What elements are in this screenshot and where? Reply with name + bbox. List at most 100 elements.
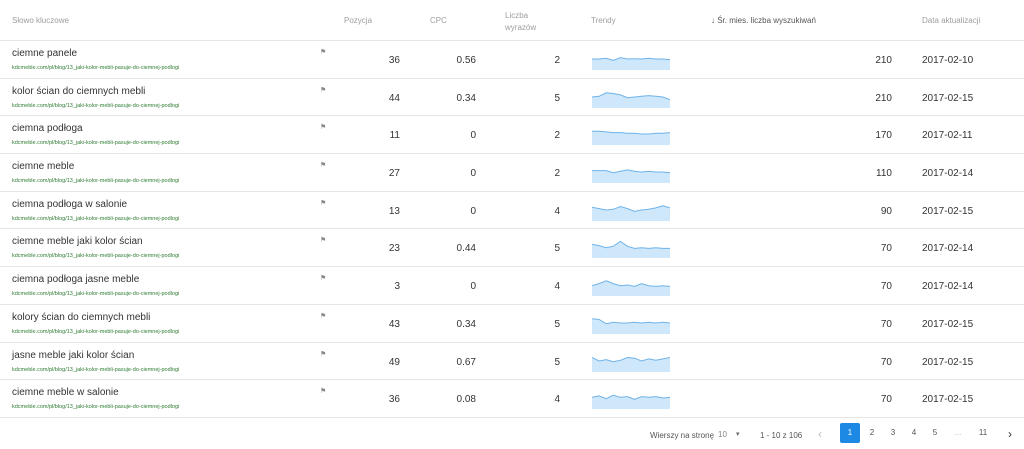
- keyword-url[interactable]: kdcmeble.com/pl/blog/13_jaki-kolor-mebli…: [12, 404, 179, 410]
- keyword-url[interactable]: kdcmeble.com/pl/blog/13_jaki-kolor-mebli…: [12, 65, 179, 71]
- keyword-url[interactable]: kdcmeble.com/pl/blog/13_jaki-kolor-mebli…: [12, 291, 179, 297]
- table-row[interactable]: ciemne meble jaki kolor ścian kdcmeble.co…: [0, 229, 1024, 268]
- page-ellipsis: ...: [954, 428, 962, 437]
- position-value: 11: [389, 130, 400, 142]
- cpc-value: 0: [470, 205, 476, 217]
- avg-searches-value: 70: [880, 243, 892, 255]
- update-date-value: 2017-02-15: [922, 318, 974, 330]
- keyword-text[interactable]: ciemne meble w salonie: [12, 387, 119, 398]
- page-button[interactable]: 5: [925, 423, 945, 443]
- header-trends: Trendy: [591, 16, 616, 25]
- keyword-url[interactable]: kdcmeble.com/pl/blog/13_jaki-kolor-mebli…: [12, 178, 179, 184]
- table-row[interactable]: ciemna podłoga jasne meble kdcmeble.com/p…: [0, 267, 1024, 305]
- keyword-text[interactable]: jasne meble jaki kolor ścian: [12, 350, 134, 361]
- word-count-value: 2: [554, 55, 560, 66]
- keyword-url[interactable]: kdcmeble.com/pl/blog/13_jaki-kolor-mebli…: [12, 140, 179, 146]
- flag-icon[interactable]: ⚑: [320, 236, 326, 244]
- word-count-value: 4: [554, 394, 560, 406]
- keyword-text[interactable]: ciemne meble jaki kolor ścian: [12, 236, 143, 247]
- page-button[interactable]: 3: [883, 423, 903, 443]
- flag-icon[interactable]: ⚑: [320, 48, 326, 56]
- cpc-value: 0: [470, 281, 476, 293]
- page-button[interactable]: 1: [840, 423, 860, 443]
- keyword-text[interactable]: kolory ścian do ciemnych mebli: [12, 312, 150, 323]
- word-count-value: 5: [554, 318, 560, 330]
- trend-sparkline: [592, 57, 670, 70]
- update-date-value: 2017-02-15: [922, 394, 974, 406]
- word-count-value: 5: [554, 92, 560, 104]
- position-value: 27: [388, 168, 400, 180]
- chevron-left-icon[interactable]: ‹: [818, 427, 822, 441]
- keyword-url[interactable]: kdcmeble.com/pl/blog/13_jaki-kolor-mebli…: [12, 103, 179, 109]
- flag-icon[interactable]: ⚑: [320, 312, 326, 320]
- header-update-date[interactable]: Data aktualizacji: [922, 16, 980, 25]
- flag-icon[interactable]: ⚑: [320, 161, 326, 169]
- update-date-value: 2017-02-11: [922, 130, 973, 142]
- keyword-text[interactable]: kolor ścian do ciemnych mebli: [12, 86, 145, 97]
- table-row[interactable]: kolor ścian do ciemnych mebli kdcmeble.co…: [0, 79, 1024, 117]
- keyword-url[interactable]: kdcmeble.com/pl/blog/13_jaki-kolor-mebli…: [12, 367, 179, 373]
- table-row[interactable]: ciemna podłoga w salonie kdcmeble.com/pl/…: [0, 192, 1024, 230]
- cpc-value: 0.56: [456, 55, 476, 66]
- page-button[interactable]: 4: [904, 423, 924, 443]
- avg-searches-value: 70: [880, 394, 892, 406]
- update-date-value: 2017-02-15: [922, 356, 974, 368]
- table-row[interactable]: kolory ścian do ciemnych mebli kdcmeble.c…: [0, 305, 1024, 343]
- cpc-value: 0.44: [456, 243, 476, 255]
- header-avg-monthly-searches[interactable]: ↓ Śr. mies. liczba wyszukiwań: [711, 16, 816, 25]
- table-header: Słowo kluczowe Pozycja CPC Liczba wyrazó…: [0, 0, 1024, 41]
- keyword-url[interactable]: kdcmeble.com/pl/blog/13_jaki-kolor-mebli…: [12, 216, 179, 222]
- word-count-value: 2: [554, 130, 560, 142]
- table-row[interactable]: jasne meble jaki kolor ścian kdcmeble.com…: [0, 343, 1024, 381]
- avg-searches-value: 70: [880, 281, 892, 293]
- update-date-value: 2017-02-10: [922, 55, 974, 66]
- position-value: 43: [388, 318, 400, 330]
- avg-searches-value: 170: [875, 130, 892, 142]
- keywords-table: Słowo kluczowe Pozycja CPC Liczba wyrazó…: [0, 0, 1024, 418]
- avg-searches-value: 110: [876, 168, 892, 180]
- trend-sparkline: [592, 205, 670, 221]
- keyword-text[interactable]: ciemne meble: [12, 161, 74, 172]
- header-word-count[interactable]: Liczba wyrazów: [505, 10, 545, 34]
- flag-icon[interactable]: ⚑: [320, 350, 326, 358]
- flag-icon[interactable]: ⚑: [320, 123, 326, 131]
- trend-sparkline: [592, 91, 670, 108]
- chevron-right-icon[interactable]: ›: [1008, 427, 1012, 441]
- keyword-text[interactable]: ciemna podłoga jasne meble: [12, 274, 139, 285]
- avg-searches-value: 210: [875, 92, 892, 104]
- keyword-text[interactable]: ciemna podłoga w salonie: [12, 199, 127, 210]
- flag-icon[interactable]: ⚑: [320, 199, 326, 207]
- table-row[interactable]: ciemne meble kdcmeble.com/pl/blog/13_jaki…: [0, 154, 1024, 192]
- cpc-value: 0.34: [456, 318, 476, 330]
- cpc-value: 0.08: [456, 394, 476, 406]
- keyword-text[interactable]: ciemna podłoga: [12, 123, 83, 134]
- word-count-value: 4: [554, 281, 560, 293]
- update-date-value: 2017-02-14: [922, 243, 974, 255]
- position-value: 44: [388, 92, 400, 104]
- pagination: Wierszy na stronę 10 ▾ 1 - 10 z 106 ‹ 12…: [0, 419, 1024, 449]
- word-count-value: 5: [554, 356, 560, 368]
- header-cpc[interactable]: CPC: [430, 16, 447, 25]
- trend-sparkline: [592, 169, 670, 184]
- word-count-value: 5: [554, 243, 560, 255]
- keyword-url[interactable]: kdcmeble.com/pl/blog/13_jaki-kolor-mebli…: [12, 253, 179, 259]
- rows-per-page-label: Wierszy na stronę: [650, 431, 715, 440]
- table-row[interactable]: ciemne panele kdcmeble.com/pl/blog/13_jak…: [0, 41, 1024, 79]
- table-row[interactable]: ciemne meble w salonie kdcmeble.com/pl/bl…: [0, 380, 1024, 418]
- flag-icon[interactable]: ⚑: [320, 387, 326, 395]
- keyword-url[interactable]: kdcmeble.com/pl/blog/13_jaki-kolor-mebli…: [12, 329, 179, 335]
- table-row[interactable]: ciemna podłoga kdcmeble.com/pl/blog/13_ja…: [0, 116, 1024, 155]
- caret-down-icon[interactable]: ▾: [736, 430, 740, 438]
- flag-icon[interactable]: ⚑: [320, 274, 326, 282]
- header-position[interactable]: Pozycja: [344, 16, 372, 25]
- flag-icon[interactable]: ⚑: [320, 86, 326, 94]
- header-keyword[interactable]: Słowo kluczowe: [12, 16, 69, 25]
- rows-per-page-select[interactable]: 10: [718, 430, 727, 439]
- position-value: 23: [388, 243, 400, 255]
- update-date-value: 2017-02-14: [922, 281, 974, 293]
- page-button[interactable]: 2: [862, 423, 882, 443]
- keyword-text[interactable]: ciemne panele: [12, 48, 77, 59]
- page-button[interactable]: 11: [973, 423, 993, 443]
- cpc-value: 0: [470, 130, 476, 142]
- trend-sparkline: [592, 356, 670, 372]
